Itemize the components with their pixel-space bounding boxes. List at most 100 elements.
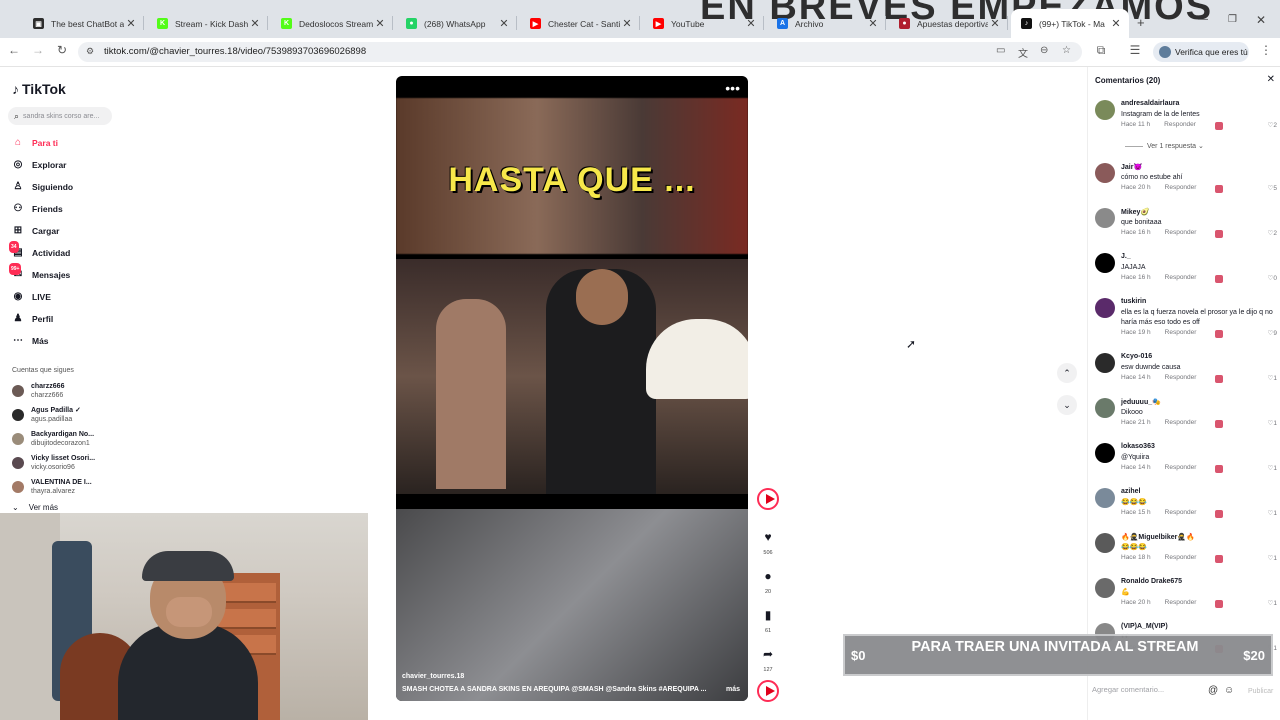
comment-username[interactable]: (VIP)A_M(VIP) <box>1121 623 1168 630</box>
minimize-button[interactable]: — <box>1198 14 1208 25</box>
video-more-link[interactable]: más <box>726 686 740 693</box>
reply-button[interactable]: Responder <box>1165 554 1197 561</box>
comment-username[interactable]: Mikey🥑 <box>1121 208 1149 216</box>
view-replies-link[interactable]: Ver 1 respuesta ⌄ <box>1125 142 1204 150</box>
see-more-link[interactable]: ⌄ Ver más <box>12 503 58 512</box>
tab-close-icon[interactable]: ✕ <box>124 17 138 30</box>
zoom-icon[interactable]: ⊖ <box>1040 45 1048 56</box>
comment-like-button[interactable]: ♡1 <box>1268 599 1277 607</box>
extensions-icon[interactable]: ⧉ <box>1093 43 1109 58</box>
comment-button[interactable]: ● 20 <box>757 569 779 595</box>
avatar[interactable] <box>1095 163 1115 183</box>
reply-button[interactable]: Responder <box>1165 509 1197 516</box>
comment-like-button[interactable]: ♡9 <box>1268 329 1277 337</box>
previous-video-button[interactable]: ⌃ <box>1057 363 1077 383</box>
comment-username[interactable]: 🔥🥷Miguelbiker🥷🔥 <box>1121 533 1195 541</box>
sidebar-item-home[interactable]: ⌂ Para ti <box>12 136 58 150</box>
reply-button[interactable]: Responder <box>1165 599 1197 606</box>
tab-close-icon[interactable]: ✕ <box>988 17 1002 30</box>
reply-button[interactable]: Responder <box>1164 121 1196 128</box>
avatar[interactable] <box>1095 398 1115 418</box>
close-icon[interactable]: ✕ <box>1267 74 1275 85</box>
comment-like-button[interactable]: ♡2 <box>1268 121 1277 129</box>
translate-icon[interactable]: 文 <box>1018 45 1028 60</box>
sidebar-item-following[interactable]: ♙ Siguiendo <box>12 180 74 194</box>
followed-account[interactable]: VALENTINA DE I... thayra.alvarez <box>12 478 92 496</box>
tab-close-icon[interactable]: ✕ <box>1109 17 1123 30</box>
comment-like-button[interactable]: ♡2 <box>1268 229 1277 237</box>
sidebar-item-more[interactable]: ⋯ Más <box>12 334 49 348</box>
comment-username[interactable]: jeduuuu_🎭 <box>1121 398 1161 406</box>
reply-button[interactable]: Responder <box>1165 374 1197 381</box>
reply-button[interactable]: Responder <box>1165 229 1197 236</box>
avatar[interactable] <box>1095 533 1115 553</box>
comment-username[interactable]: lokaso363 <box>1121 443 1155 450</box>
avatar[interactable] <box>1095 298 1115 318</box>
tab-close-icon[interactable]: ✕ <box>248 17 262 30</box>
restore-button[interactable]: ❐ <box>1228 14 1237 25</box>
browser-tab[interactable]: ● Apuestas deportivas ✕ <box>889 9 1008 38</box>
like-button[interactable]: ♥ 506 <box>757 530 779 556</box>
browser-menu-icon[interactable]: ⋮ <box>1258 43 1274 57</box>
mention-icon[interactable]: @ <box>1208 685 1218 696</box>
comment-username[interactable]: Jair👿 <box>1121 163 1142 171</box>
avatar[interactable] <box>1095 578 1115 598</box>
comment-username[interactable]: andresaldairlaura <box>1121 100 1179 107</box>
back-icon[interactable]: ← <box>6 43 22 57</box>
sidebar-item-upload[interactable]: ⊞ Cargar <box>12 224 60 238</box>
browser-tab[interactable]: ▶ Chester Cat - Santiag✕ <box>520 9 640 38</box>
avatar[interactable] <box>1095 353 1115 373</box>
tab-close-icon[interactable]: ✕ <box>866 17 880 30</box>
video-options-icon[interactable]: ••• <box>725 80 740 96</box>
play-icon[interactable] <box>757 488 779 510</box>
tab-close-icon[interactable]: ✕ <box>497 17 511 30</box>
reply-button[interactable]: Responder <box>1165 184 1197 191</box>
play-icon[interactable] <box>757 680 779 702</box>
tiktok-logo[interactable]: ♪ TikTok <box>12 81 66 97</box>
share-button[interactable]: ➦ 127 <box>757 647 779 673</box>
comment-like-button[interactable]: ♡1 <box>1268 554 1277 562</box>
next-video-button[interactable]: ⌄ <box>1057 395 1077 415</box>
save-button[interactable]: ▮ 61 <box>757 608 779 634</box>
comment-username[interactable]: Kcyo-016 <box>1121 353 1152 360</box>
tab-close-icon[interactable]: ✕ <box>373 17 387 30</box>
new-tab-button[interactable]: + <box>1137 15 1145 30</box>
sidebar-item-friends[interactable]: ⚇ Friends <box>12 202 63 216</box>
site-info-icon[interactable]: ⚙ <box>86 46 94 57</box>
followed-account[interactable]: Agus Padilla ✓ agus.padillaa <box>12 406 81 424</box>
search-input[interactable]: ⌕ sandra skins corso are... <box>8 107 112 125</box>
avatar[interactable] <box>1095 208 1115 228</box>
reply-button[interactable]: Responder <box>1165 274 1197 281</box>
avatar[interactable] <box>1095 100 1115 120</box>
followed-account[interactable]: Vicky lisset Osori... vicky.osorio96 <box>12 454 95 472</box>
tab-close-icon[interactable]: ✕ <box>620 17 634 30</box>
comment-username[interactable]: Ronaldo Drake675 <box>1121 578 1182 585</box>
browser-tab[interactable]: K Stream - Kick Dashbo✕ <box>147 9 268 38</box>
profile-verify-button[interactable]: Verifica que eres tú <box>1153 42 1249 62</box>
media-controls-icon[interactable]: ☰ <box>1127 43 1143 57</box>
comment-like-button[interactable]: ♡1 <box>1268 464 1277 472</box>
browser-tab[interactable]: ▣ The best ChatBot and✕ <box>23 9 144 38</box>
cast-icon[interactable]: ▭ <box>996 45 1005 56</box>
bookmark-star-icon[interactable]: ☆ <box>1062 45 1071 56</box>
sidebar-item-messages[interactable]: ✉99+ Mensajes <box>9 263 70 282</box>
reply-button[interactable]: Responder <box>1165 419 1197 426</box>
comment-like-button[interactable]: ♡1 <box>1268 419 1277 427</box>
video-author[interactable]: chavier_tourres.18 <box>402 673 464 680</box>
browser-tab[interactable]: ▶ YouTube ✕ <box>643 9 764 38</box>
followed-account[interactable]: Backyardigan No... dibujitodecorazon1 <box>12 430 94 448</box>
video-player[interactable]: HASTA QUE ... ••• chavier_tourres.18 SMA… <box>396 76 748 701</box>
comment-username[interactable]: J._ <box>1121 253 1131 260</box>
comment-username[interactable]: tuskirin <box>1121 298 1146 305</box>
browser-tab[interactable]: A Archivo ✕ <box>767 9 886 38</box>
avatar[interactable] <box>1095 488 1115 508</box>
comment-like-button[interactable]: ♡0 <box>1268 274 1277 282</box>
sidebar-item-live[interactable]: ◉ LIVE <box>12 290 51 304</box>
followed-account[interactable]: charzz666 charzz666 <box>12 382 64 400</box>
sidebar-item-activity[interactable]: ▤ 34 Actividad <box>9 241 70 260</box>
browser-tab[interactable]: ● (268) WhatsApp ✕ <box>396 9 517 38</box>
sidebar-item-profile[interactable]: ♟ Perfil <box>12 312 54 326</box>
close-window-button[interactable]: ✕ <box>1256 13 1266 27</box>
browser-tab[interactable]: K Dedoslocos Stream ✕ <box>271 9 393 38</box>
comment-username[interactable]: azihel <box>1121 488 1140 495</box>
